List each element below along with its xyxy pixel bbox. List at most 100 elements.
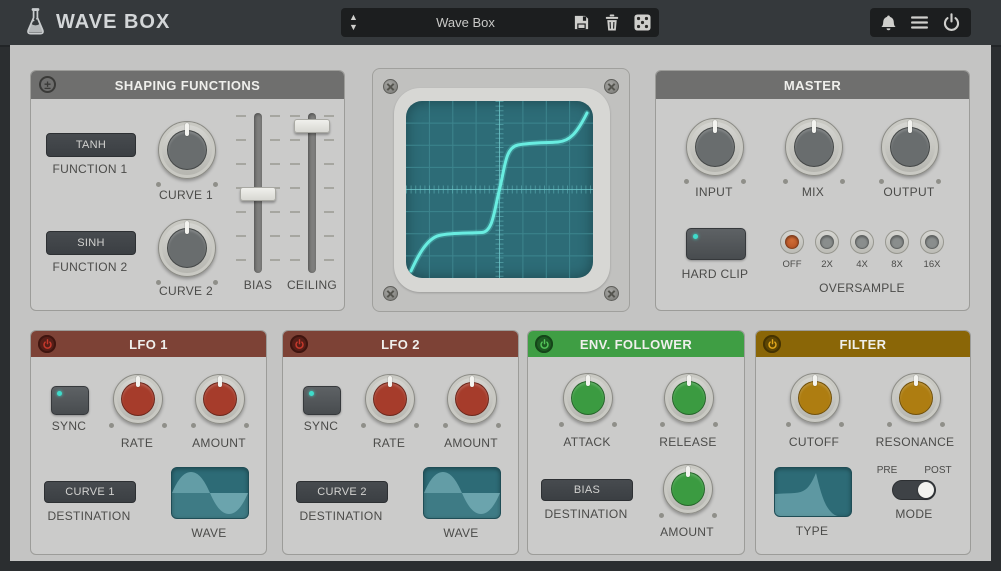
lfo2-title: LFO 2 [283,331,518,357]
filter-type-label: TYPE [774,524,850,538]
env-follower-header: ENV. FOLLOWER [528,331,744,357]
random-icon[interactable] [634,14,651,31]
function1-select-button[interactable]: TANH [46,133,136,157]
lowpass-curve-graphic [775,468,851,516]
mode-label: MODE [874,507,954,521]
env-amount-label: AMOUNT [637,525,737,539]
lfo1-amount-knob[interactable] [195,374,245,424]
cutoff-knob[interactable] [790,373,840,423]
lfo1-destination-button[interactable]: CURVE 1 [44,481,136,503]
screw-icon [383,79,398,94]
mix-knob[interactable] [785,118,843,176]
lfo2-panel: LFO 2 SYNC RATE AMOUNT CURVE 2 DESTINATI… [282,330,519,555]
oversample-off-radio[interactable] [780,230,804,254]
oversample-8x-radio[interactable] [885,230,909,254]
function1-label: FUNCTION 1 [46,162,134,176]
curve1-label: CURVE 1 [136,188,236,202]
resonance-knob[interactable] [891,373,941,423]
wave-box-plugin-window: WAVE BOX ▲ ▼ Wave Box [0,0,1001,571]
oversample-2x-label: 2X [807,259,847,270]
lfo2-destination-label: DESTINATION [291,509,391,523]
lfo2-amount-knob[interactable] [447,374,497,424]
bias-slider-handle[interactable] [240,187,276,201]
stepper-up-icon[interactable]: ▲ [349,14,358,21]
ceiling-slider-handle[interactable] [294,119,330,133]
oversample-8x-label: 8X [877,259,917,270]
hard-clip-button[interactable] [686,228,746,260]
lfo1-wave-display[interactable] [171,467,249,519]
lfo2-destination-button[interactable]: CURVE 2 [296,481,388,503]
lfo2-wave-display[interactable] [423,467,501,519]
menu-icon[interactable] [910,15,929,30]
oversample-4x-radio[interactable] [850,230,874,254]
output-knob[interactable] [881,118,939,176]
lfo2-sync-label: SYNC [283,419,359,433]
attack-label: ATTACK [537,435,637,449]
save-icon[interactable] [573,14,590,31]
curve2-knob[interactable] [158,219,216,277]
delete-icon[interactable] [604,14,620,31]
lfo2-sync-button[interactable] [303,386,341,415]
env-follower-panel: ENV. FOLLOWER ATTACK RELEASE BIAS DESTIN… [527,330,745,555]
preset-stepper[interactable]: ▲ ▼ [349,14,358,31]
lfo1-header: LFO 1 [31,331,266,357]
preset-name[interactable]: Wave Box [358,15,573,30]
function2-select-button[interactable]: SINH [46,231,136,255]
lfo1-sync-button[interactable] [51,386,89,415]
sine-wave-graphic [172,468,248,518]
mode-pre-label: PRE [867,465,907,476]
oversample-4x-label: 4X [842,259,882,270]
cutoff-label: CUTOFF [764,435,864,449]
filter-type-display[interactable] [774,467,852,517]
sine-wave-graphic [424,468,500,518]
lfo1-rate-knob[interactable] [113,374,163,424]
hard-clip-label: HARD CLIP [665,267,765,281]
env-amount-knob[interactable] [663,464,713,514]
curve1-knob[interactable] [158,121,216,179]
bias-slider[interactable] [236,113,280,273]
function2-label: FUNCTION 2 [46,260,134,274]
oversample-16x-label: 16X [912,259,952,270]
release-knob[interactable] [664,373,714,423]
stepper-down-icon[interactable]: ▼ [349,24,358,31]
scope-display [406,101,593,278]
master-panel: MASTER INPUT MIX OUTPUT HARD CLIP OFF 2X… [655,70,970,311]
master-title: MASTER [656,71,969,99]
app-title: WAVE BOX [56,11,170,34]
filter-panel: FILTER CUTOFF RESONANCE TYPE PRE POST MO… [755,330,971,555]
release-label: RELEASE [638,435,738,449]
hard-clip-led [693,234,698,239]
shaping-functions-header: ± SHAPING FUNCTIONS [31,71,344,99]
lfo1-destination-label: DESTINATION [39,509,139,523]
top-bar: WAVE BOX ▲ ▼ Wave Box [0,0,1001,47]
ceiling-label: CEILING [272,278,352,292]
power-icon[interactable] [942,13,961,32]
env-follower-title: ENV. FOLLOWER [528,331,744,357]
lfo2-amount-label: AMOUNT [421,436,521,450]
filter-title: FILTER [756,331,970,357]
lfo1-title: LFO 1 [31,331,266,357]
scope-panel [372,68,630,312]
env-destination-button[interactable]: BIAS [541,479,633,501]
ceiling-slider[interactable] [290,113,334,273]
shaping-functions-title: SHAPING FUNCTIONS [31,71,344,99]
filter-header: FILTER [756,331,970,357]
lfo2-rate-knob[interactable] [365,374,415,424]
mode-toggle-knob[interactable] [918,482,934,498]
curve1-knob-pointer [185,123,189,136]
input-label: INPUT [664,185,764,199]
lfo1-amount-label: AMOUNT [169,436,269,450]
curve1-knob-face [167,130,207,170]
transfer-curve-graphic [406,101,593,278]
oversample-16x-radio[interactable] [920,230,944,254]
input-knob[interactable] [686,118,744,176]
lfo2-header: LFO 2 [283,331,518,357]
lfo1-panel: LFO 1 SYNC RATE AMOUNT CURVE 1 DESTINATI… [30,330,267,555]
bell-icon[interactable] [880,14,897,32]
oversample-2x-radio[interactable] [815,230,839,254]
oversample-off-label: OFF [772,259,812,270]
oversample-label: OVERSAMPLE [792,281,932,295]
mode-toggle[interactable] [892,480,936,500]
attack-knob[interactable] [563,373,613,423]
screw-icon [604,79,619,94]
